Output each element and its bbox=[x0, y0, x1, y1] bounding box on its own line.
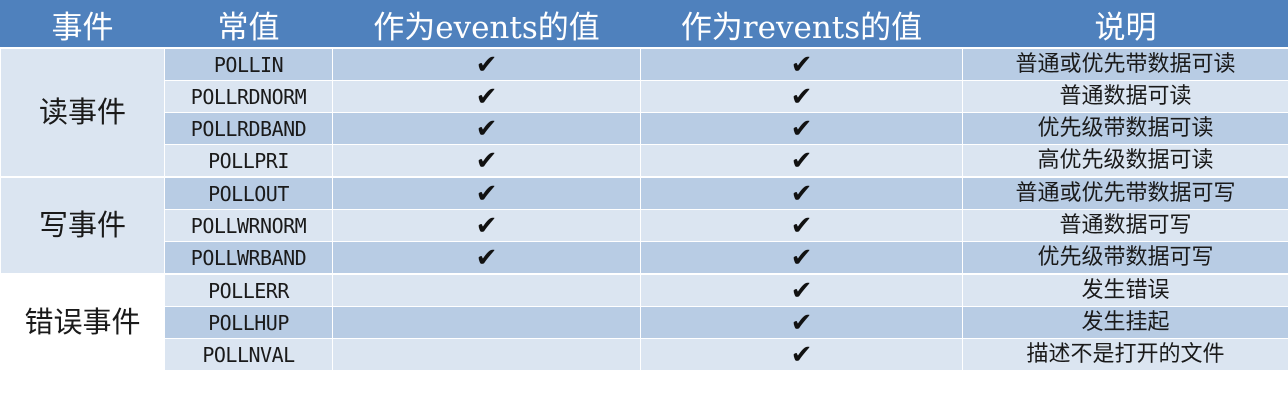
table-row: 错误事件 POLLERR ✔ 发生错误 bbox=[0, 273, 1288, 372]
check-mark-icon: ✔ bbox=[790, 145, 813, 176]
table-row: POLLHUP ✔ 发生挂起 bbox=[1, 306, 1288, 339]
table-row: POLLRDBAND ✔ ✔ 优先级带数据可读 bbox=[1, 112, 1288, 145]
description-cell: 优先级带数据可写 bbox=[962, 241, 1288, 275]
constant-cell: POLLOUT bbox=[164, 176, 333, 210]
check-mark-icon: ✔ bbox=[790, 242, 813, 273]
description-cell: 普通或优先带数据可读 bbox=[962, 47, 1288, 81]
event-group-label: 错误事件 bbox=[0, 273, 165, 372]
description-cell: 高优先级数据可读 bbox=[962, 144, 1288, 178]
constant-cell: POLLNVAL bbox=[164, 338, 333, 372]
description-cell: 普通或优先带数据可写 bbox=[962, 176, 1288, 210]
check-mark-icon: ✔ bbox=[790, 113, 813, 144]
check-mark-icon: ✔ bbox=[475, 49, 498, 80]
table-row: POLLWRNORM ✔ ✔ 普通数据可写 bbox=[1, 209, 1288, 242]
check-mark-icon: ✔ bbox=[475, 242, 498, 273]
events-check-cell: ✔ bbox=[332, 176, 641, 210]
check-mark-icon: ✔ bbox=[790, 178, 813, 209]
revents-check-cell: ✔ bbox=[640, 176, 963, 210]
events-check-cell: ✔ bbox=[332, 144, 641, 178]
check-mark-icon: ✔ bbox=[475, 81, 498, 112]
constant-cell: POLLWRBAND bbox=[164, 241, 333, 275]
events-check-cell: ✔ bbox=[332, 241, 641, 275]
check-mark-icon: ✔ bbox=[790, 210, 813, 241]
table-row: POLLWRBAND ✔ ✔ 优先级带数据可写 bbox=[1, 241, 1288, 275]
revents-check-cell: ✔ bbox=[640, 47, 963, 81]
check-mark-icon: ✔ bbox=[475, 145, 498, 176]
table-row: POLLNVAL ✔ 描述不是打开的文件 bbox=[1, 338, 1288, 372]
events-check-cell: ✔ bbox=[332, 112, 641, 145]
description-cell: 描述不是打开的文件 bbox=[962, 338, 1288, 372]
description-cell: 普通数据可读 bbox=[962, 80, 1288, 113]
check-mark-icon: ✔ bbox=[790, 81, 813, 112]
revents-check-cell: ✔ bbox=[640, 209, 963, 242]
header-as-events: 作为events的值 bbox=[332, 0, 641, 49]
revents-check-cell: ✔ bbox=[640, 112, 963, 145]
constant-cell: POLLRDNORM bbox=[164, 80, 333, 113]
check-mark-icon: ✔ bbox=[475, 178, 498, 209]
table-row: POLLPRI ✔ ✔ 高优先级数据可读 bbox=[1, 144, 1288, 178]
table-row: 写事件 POLLOUT ✔ ✔ 普通或优先带数据可写 bbox=[0, 176, 1288, 275]
header-event: 事件 bbox=[0, 0, 165, 49]
check-mark-icon: ✔ bbox=[790, 339, 813, 370]
revents-check-cell: ✔ bbox=[640, 273, 963, 307]
table-row: 读事件 POLLIN ✔ ✔ 普通或优先带数据可读 bbox=[0, 47, 1288, 178]
event-group-label: 读事件 bbox=[0, 47, 165, 178]
check-mark-icon: ✔ bbox=[790, 307, 813, 338]
events-check-cell bbox=[332, 338, 641, 372]
events-check-cell: ✔ bbox=[332, 209, 641, 242]
revents-check-cell: ✔ bbox=[640, 338, 963, 372]
header-description: 说明 bbox=[962, 0, 1288, 49]
events-check-cell bbox=[332, 273, 641, 307]
constant-cell: POLLIN bbox=[164, 47, 333, 81]
description-cell: 优先级带数据可读 bbox=[962, 112, 1288, 145]
check-mark-icon: ✔ bbox=[475, 210, 498, 241]
check-mark-icon: ✔ bbox=[790, 49, 813, 80]
events-check-cell bbox=[332, 306, 641, 339]
table-body: 读事件 POLLIN ✔ ✔ 普通或优先带数据可读 POLLRDNORM ✔ ✔ 普通数据可读 P… bbox=[0, 47, 1288, 372]
revents-check-cell: ✔ bbox=[640, 306, 963, 339]
table-row: POLLRDNORM ✔ ✔ 普通数据可读 bbox=[1, 80, 1288, 113]
revents-check-cell: ✔ bbox=[640, 80, 963, 113]
constant-cell: POLLWRNORM bbox=[164, 209, 333, 242]
check-mark-icon: ✔ bbox=[475, 113, 498, 144]
revents-check-cell: ✔ bbox=[640, 144, 963, 178]
revents-check-cell: ✔ bbox=[640, 241, 963, 275]
description-cell: 普通数据可写 bbox=[962, 209, 1288, 242]
constant-cell: POLLRDBAND bbox=[164, 112, 333, 145]
header-as-revents: 作为revents的值 bbox=[640, 0, 963, 49]
description-cell: 发生错误 bbox=[962, 273, 1288, 307]
constant-cell: POLLHUP bbox=[164, 306, 333, 339]
constant-cell: POLLPRI bbox=[164, 144, 333, 178]
poll-events-table: 事件 常值 作为events的值 作为revents的值 说明 读事件 POLLI… bbox=[0, 0, 1288, 372]
events-check-cell: ✔ bbox=[332, 80, 641, 113]
header-constant: 常值 bbox=[164, 0, 333, 49]
header-row: 事件 常值 作为events的值 作为revents的值 说明 bbox=[0, 0, 1288, 49]
event-group-label: 写事件 bbox=[0, 176, 165, 275]
description-cell: 发生挂起 bbox=[962, 306, 1288, 339]
events-check-cell: ✔ bbox=[332, 47, 641, 81]
constant-cell: POLLERR bbox=[164, 273, 333, 307]
check-mark-icon: ✔ bbox=[790, 275, 813, 306]
